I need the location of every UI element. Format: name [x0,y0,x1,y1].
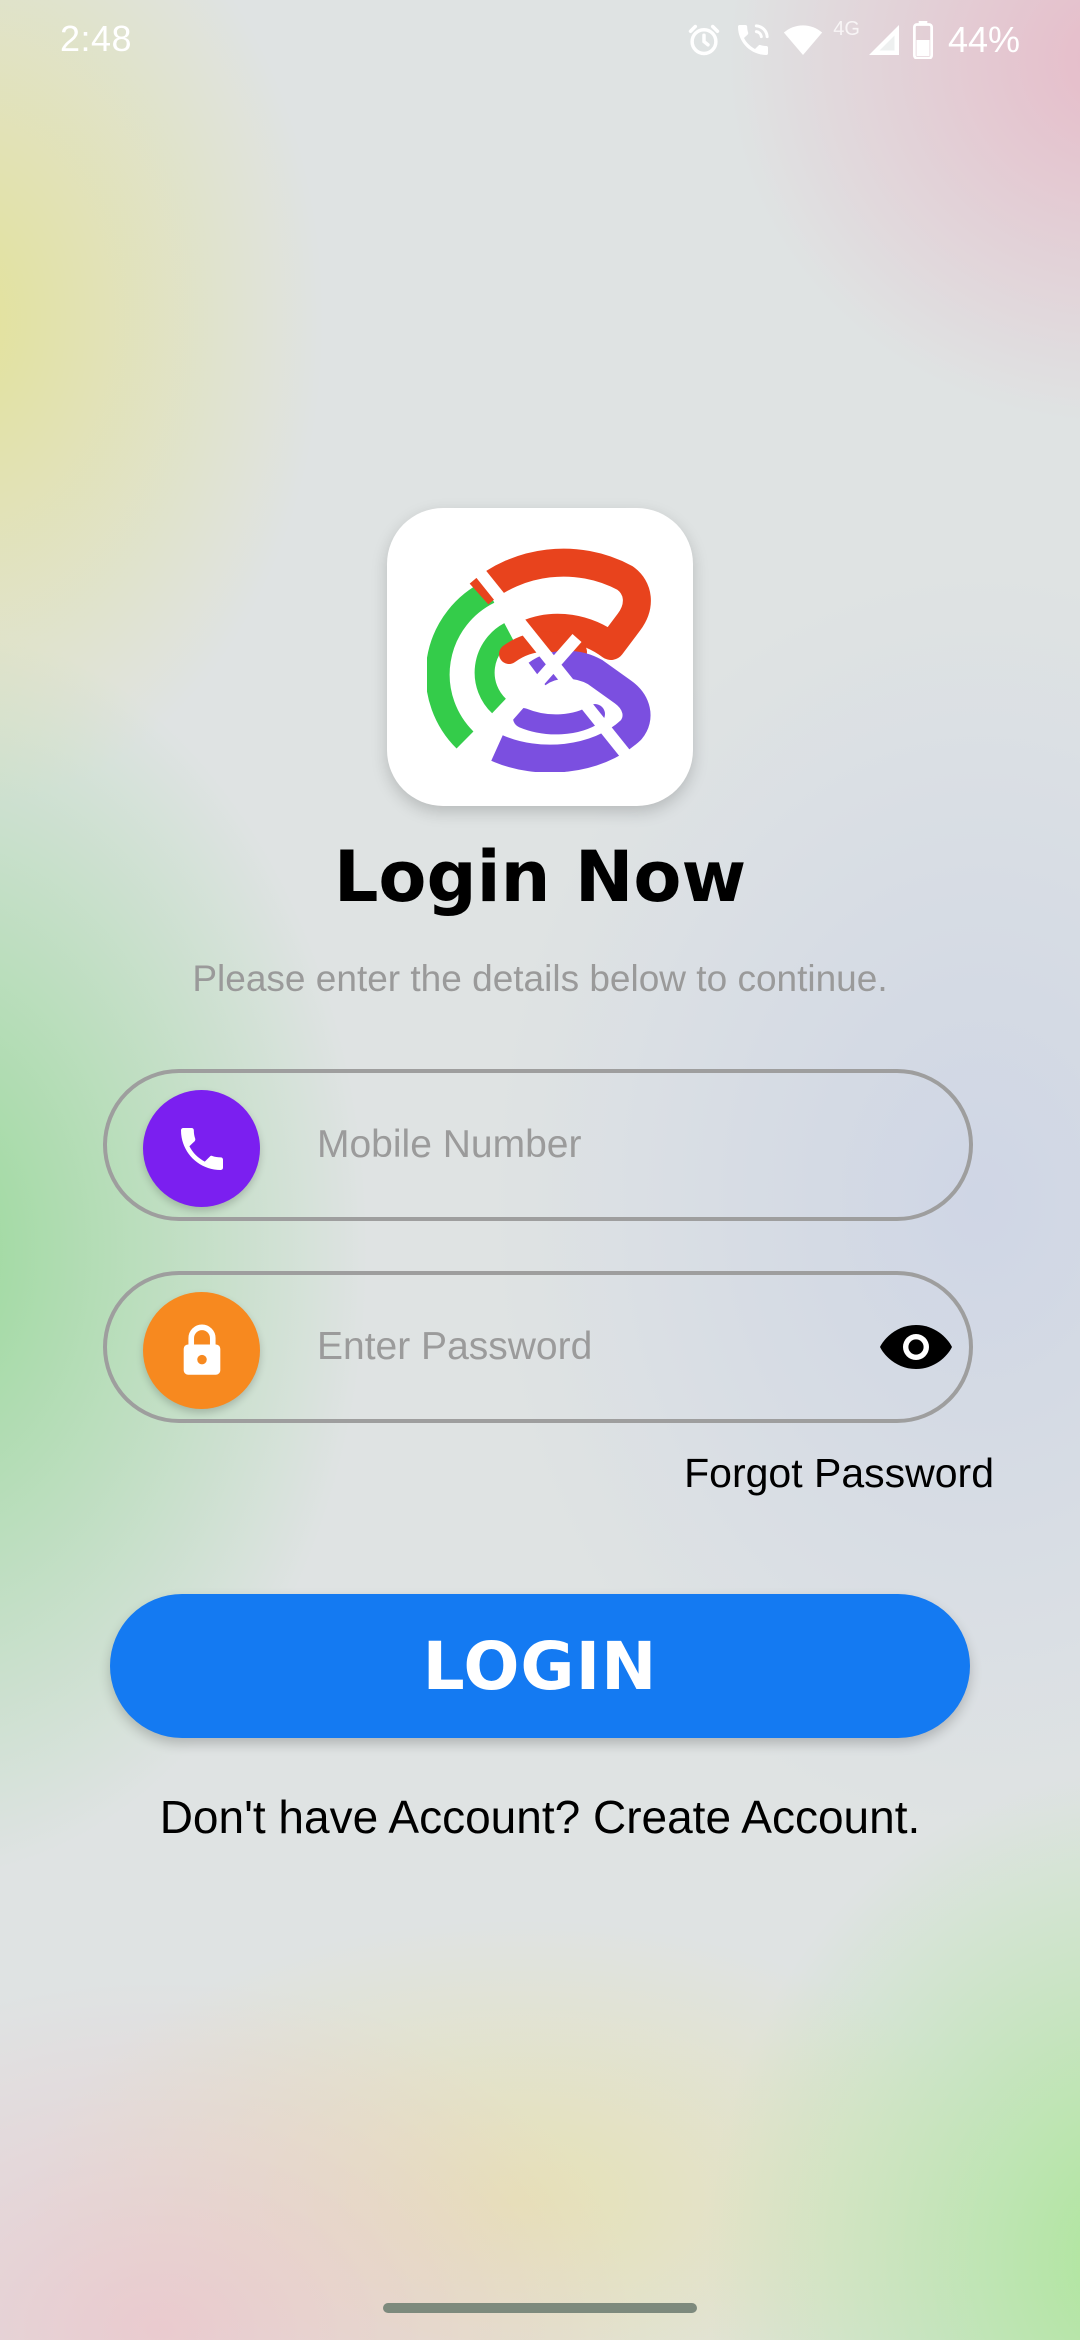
page-subtitle: Please enter the details below to contin… [192,958,888,999]
wifi-calling-icon [733,20,773,60]
alarm-icon [685,21,723,59]
mobile-number-input[interactable] [317,1109,857,1181]
password-input[interactable] [317,1311,857,1383]
status-bar: 2:48 4G 44% [0,0,1080,80]
login-button[interactable]: LOGIN [110,1594,970,1738]
battery-percentage: 44% [947,19,1020,60]
page-title: Login Now [333,836,747,918]
forgot-password-link[interactable]: Forgot Password [684,1450,994,1497]
phone-icon [143,1090,260,1207]
create-account-link[interactable]: Don't have Account? Create Account. [0,1790,1080,1844]
status-icons: 4G 44% [685,14,1020,66]
lock-icon [143,1292,260,1409]
home-indicator[interactable] [383,2303,697,2313]
eye-icon[interactable] [875,1315,957,1379]
signal-icon [866,22,902,58]
network-type-label: 4G [833,17,860,40]
app-logo [387,508,693,806]
battery-icon [912,21,934,59]
status-time: 2:48 [60,18,133,59]
wifi-icon [783,22,823,58]
mobile-number-field[interactable] [103,1069,973,1221]
password-field[interactable] [103,1271,973,1423]
app-logo-icon [427,548,651,772]
